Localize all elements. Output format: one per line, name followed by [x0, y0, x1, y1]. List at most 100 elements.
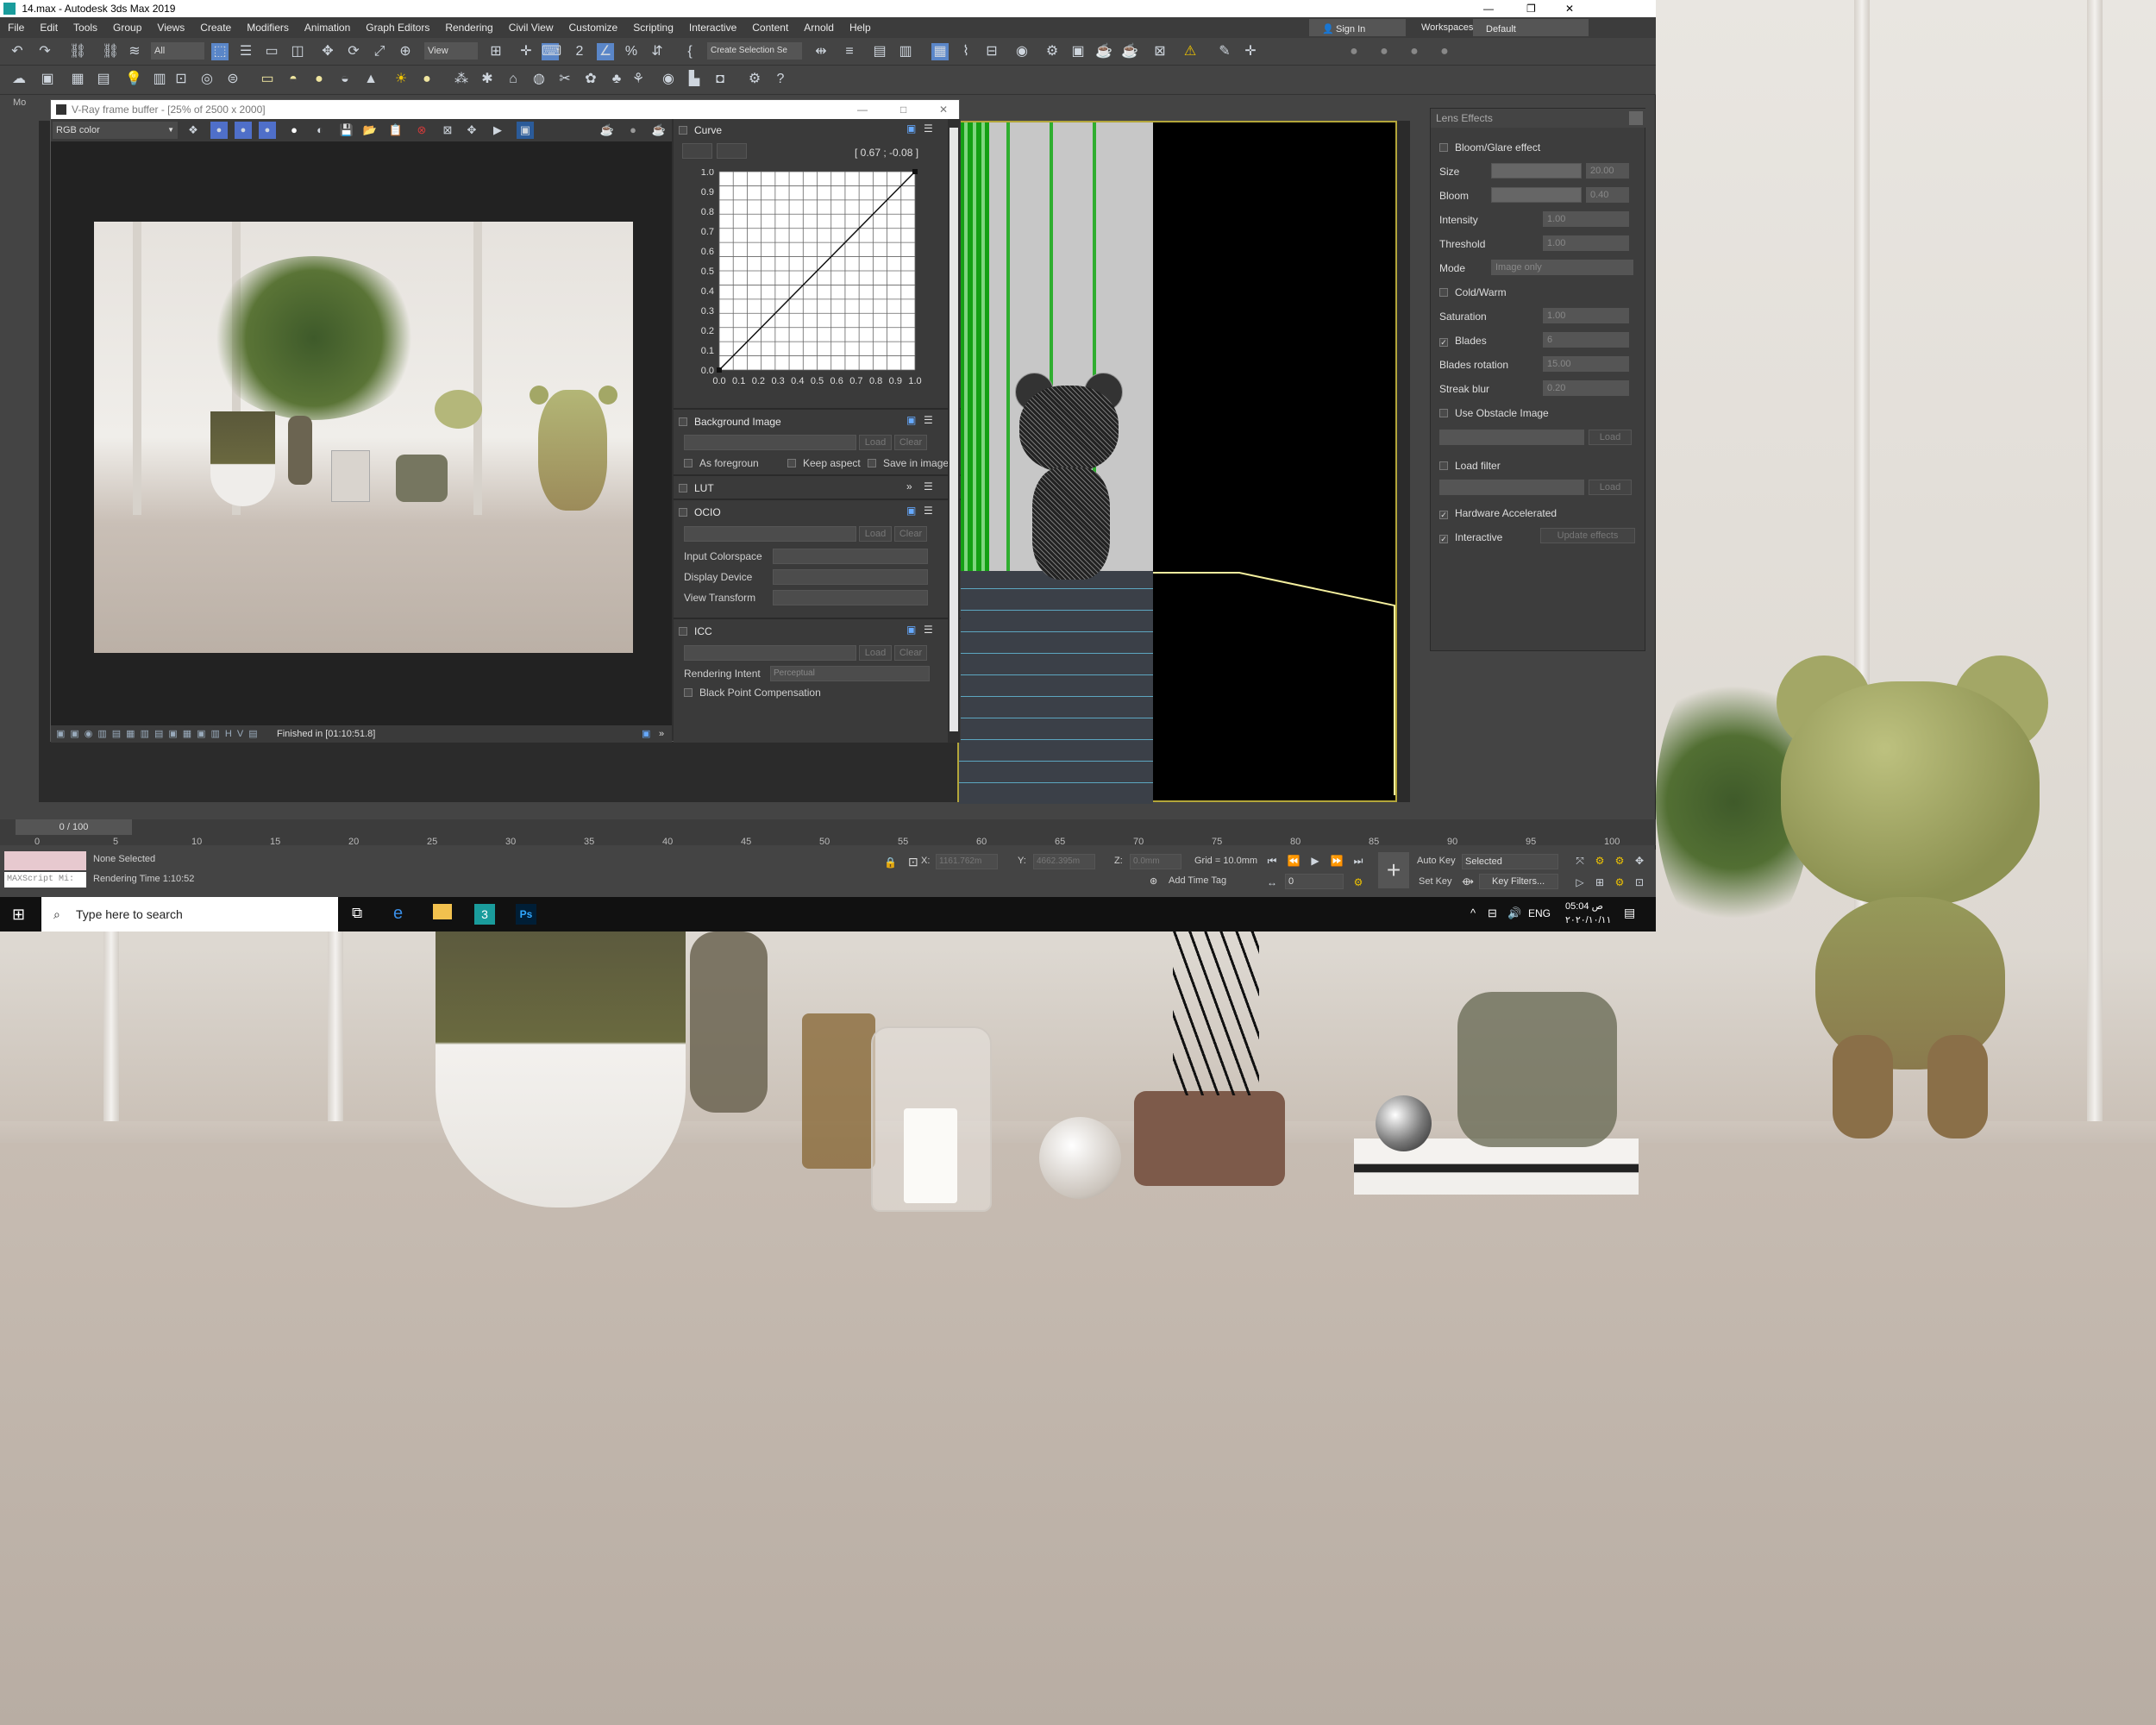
maxscript-listener[interactable]: [4, 851, 86, 870]
region-render-icon[interactable]: ⊠: [439, 122, 456, 139]
ocio-config-path-field[interactable]: [684, 526, 856, 542]
light-icon[interactable]: 💡: [125, 71, 142, 88]
blue-channel-icon[interactable]: ●: [259, 122, 276, 139]
x-coordinate-field[interactable]: 1161.762m: [936, 854, 998, 869]
edit-named-sets-icon[interactable]: {: [681, 43, 699, 60]
history-icon[interactable]: ▣: [517, 122, 534, 139]
menu-customize[interactable]: Customize: [561, 17, 626, 38]
bg-clear-button[interactable]: Clear: [894, 435, 927, 450]
vfb-maximize-button[interactable]: □: [900, 100, 906, 119]
pen-tool-icon[interactable]: ✎: [1216, 43, 1233, 60]
ref-coord-select[interactable]: View: [424, 42, 478, 60]
network-icon[interactable]: ⊟: [1488, 906, 1497, 920]
panel-scrollbar[interactable]: [948, 119, 960, 743]
timeline[interactable]: 0 / 100 0 5 10 15 20 25 30 35 40 45 50 55 60 65 70 75 80…: [0, 819, 1656, 847]
close-button[interactable]: ✕: [1565, 0, 1574, 17]
obstacle-path-field[interactable]: [1439, 430, 1584, 445]
railclone-icon[interactable]: ⚘: [630, 71, 647, 88]
load-image-icon[interactable]: 📂: [361, 122, 379, 139]
icc-options-icon[interactable]: ▣: [906, 624, 916, 636]
volume-icon[interactable]: 🔊: [1507, 906, 1521, 920]
circle-button-icon[interactable]: ●: [1345, 43, 1363, 60]
size-slider[interactable]: [1491, 163, 1582, 179]
icc-clear-button[interactable]: Clear: [894, 645, 927, 661]
crosshair-icon[interactable]: ✛: [1242, 43, 1259, 60]
taskbar-search[interactable]: ⌕ Type here to search: [41, 897, 338, 932]
vfb-close-button[interactable]: ✕: [939, 100, 948, 119]
interactive-option[interactable]: ✓ Interactive: [1439, 531, 1502, 543]
saturation-field[interactable]: 1.00: [1543, 308, 1629, 323]
update-effects-button[interactable]: Update effects: [1540, 528, 1635, 543]
redo-icon[interactable]: ↷: [36, 43, 53, 60]
select-object-icon[interactable]: ⬚: [211, 43, 229, 60]
helper-icon[interactable]: ◎: [198, 71, 216, 88]
rect-selection-icon[interactable]: ▭: [263, 43, 280, 60]
menu-animation[interactable]: Animation: [297, 17, 358, 38]
orbit-subobject-icon[interactable]: ⚙: [1611, 874, 1628, 891]
layer-icon[interactable]: ▣: [39, 71, 56, 88]
minimize-button[interactable]: —: [1483, 0, 1494, 17]
select-by-name-icon[interactable]: ☰: [237, 43, 254, 60]
notifications-icon[interactable]: ▤: [1624, 906, 1635, 920]
tray-chevron-icon[interactable]: ^: [1470, 906, 1476, 919]
as-foreground-option[interactable]: As foregroun: [684, 457, 759, 469]
set-key-button[interactable]: Set Key: [1419, 876, 1452, 887]
track-mouse-icon[interactable]: ✥: [463, 122, 480, 139]
y-coordinate-field[interactable]: 4662.395m: [1033, 854, 1095, 869]
threshold-field[interactable]: 1.00: [1543, 235, 1629, 251]
timeline-ruler[interactable]: 0 5 10 15 20 25 30 35 40 45 50 55 60 65 70 75 80 85 90 95 10…: [34, 837, 1621, 849]
keyboard-shortcut-icon[interactable]: ⌨: [542, 43, 561, 60]
background-image-checkbox[interactable]: [679, 417, 687, 426]
icc-checkbox[interactable]: [679, 627, 687, 636]
table-icon[interactable]: ▤: [95, 71, 112, 88]
icc-profile-path-field[interactable]: [684, 645, 856, 661]
icc-load-button[interactable]: Load: [859, 645, 892, 661]
mono-icon[interactable]: ◐: [311, 122, 329, 139]
clock-date[interactable]: ٢٠٢٠/١٠/١١: [1565, 914, 1611, 925]
vray-render-icon[interactable]: ▙: [686, 71, 703, 88]
key-filters-button[interactable]: Key Filters...: [1479, 874, 1558, 889]
mirror-icon[interactable]: ⇹: [812, 43, 830, 60]
obstacle-load-button[interactable]: Load: [1589, 430, 1632, 445]
menu-edit[interactable]: Edit: [32, 17, 66, 38]
menu-help[interactable]: Help: [842, 17, 879, 38]
menu-file[interactable]: File: [0, 17, 32, 38]
field-of-view-icon[interactable]: ⚙: [1611, 852, 1628, 869]
sign-in-dropdown[interactable]: 👤 Sign In: [1309, 19, 1406, 36]
save-image-icon[interactable]: 💾: [338, 122, 355, 139]
vray-sphere-icon[interactable]: ◍: [530, 71, 548, 88]
add-time-tag[interactable]: Add Time Tag: [1169, 875, 1226, 886]
size-field[interactable]: 20.00: [1586, 163, 1629, 179]
input-colorspace-select[interactable]: [773, 549, 928, 564]
background-image-header[interactable]: Background Image: [679, 413, 937, 430]
viewport-label[interactable]: Mo: [13, 97, 26, 108]
chart-icon[interactable]: ▥: [151, 71, 168, 88]
camera-icon[interactable]: ⊡: [172, 71, 190, 88]
intensity-field[interactable]: 1.00: [1543, 211, 1629, 227]
vray-plane-icon[interactable]: ⌂: [505, 71, 522, 88]
clear-image-icon[interactable]: ⊗: [413, 122, 430, 139]
vray-clipper-icon[interactable]: ✂: [556, 71, 573, 88]
render-in-cloud-icon[interactable]: ⊠: [1151, 43, 1169, 60]
icc-menu-icon[interactable]: ☰: [924, 624, 933, 636]
3ds-max-icon[interactable]: 3: [474, 904, 495, 925]
previous-frame-icon[interactable]: ⏪: [1285, 852, 1302, 869]
start-button-icon[interactable]: ⊞: [12, 906, 25, 924]
ocio-load-button[interactable]: Load: [859, 526, 892, 542]
menu-modifiers[interactable]: Modifiers: [239, 17, 297, 38]
walk-through-icon[interactable]: ▷: [1571, 874, 1589, 891]
curve-load-button[interactable]: [717, 143, 747, 159]
circle-button-icon[interactable]: ●: [1436, 43, 1453, 60]
auto-key-button[interactable]: Auto Key: [1417, 856, 1456, 866]
orbit-icon[interactable]: ⊞: [1591, 874, 1608, 891]
key-selection-select[interactable]: Selected: [1462, 854, 1558, 869]
grid-icon[interactable]: ▦: [69, 71, 86, 88]
time-tag-icon[interactable]: ⊛: [1150, 875, 1157, 887]
forest-icon[interactable]: ♣: [608, 71, 625, 88]
toggle-scene-explorer-icon[interactable]: ▤: [871, 43, 888, 60]
sun-icon[interactable]: ☀: [392, 71, 410, 88]
vray-vfb-icon[interactable]: ◘: [711, 71, 729, 88]
green-channel-icon[interactable]: ●: [235, 122, 252, 139]
ocio-checkbox[interactable]: [679, 508, 687, 517]
help-icon[interactable]: ?: [772, 71, 789, 88]
